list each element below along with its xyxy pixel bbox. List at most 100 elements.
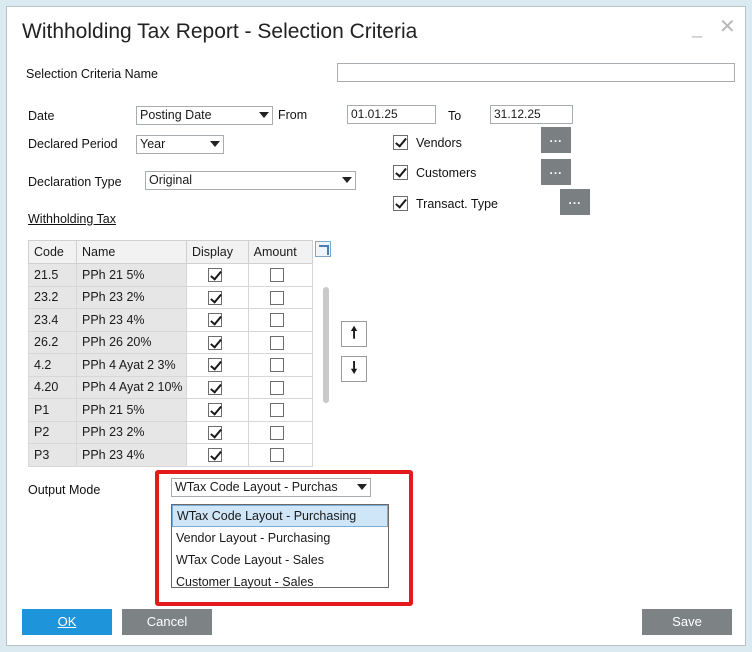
display-checkbox[interactable] — [208, 403, 222, 417]
move-up-button[interactable]: 🠕 — [341, 321, 367, 347]
ok-button[interactable]: OK — [22, 609, 112, 635]
minimize-icon[interactable]: _ — [692, 19, 706, 41]
date-to-input[interactable]: 31.12.25 — [490, 105, 573, 124]
display-checkbox[interactable] — [208, 380, 222, 395]
output-mode-label: Output Mode — [28, 483, 101, 497]
vendors-checkbox[interactable] — [393, 135, 408, 150]
column-header-display[interactable]: Display — [186, 240, 249, 264]
table-row[interactable]: 4.20 PPh 4 Ayat 2 10% — [28, 375, 314, 399]
cell-name: PPh 23 4% — [76, 443, 187, 467]
cell-code: P1 — [28, 398, 77, 422]
output-mode-value: WTax Code Layout - Purchas — [175, 480, 338, 494]
table-row[interactable]: 23.2 PPh 23 2% — [28, 285, 314, 309]
chevron-down-icon — [259, 112, 269, 118]
chevron-down-icon — [210, 141, 220, 147]
close-icon[interactable]: ✕ — [719, 17, 736, 37]
cell-code: 23.4 — [28, 308, 77, 332]
criteria-name-input[interactable] — [337, 63, 735, 82]
table-row[interactable]: 21.5 PPh 21 5% — [28, 263, 314, 287]
amount-checkbox[interactable] — [269, 335, 284, 350]
amount-checkbox[interactable] — [269, 380, 284, 395]
table-row[interactable]: P3 PPh 23 4% — [28, 443, 314, 467]
date-from-input[interactable]: 01.01.25 — [347, 105, 436, 124]
date-type-select[interactable]: Posting Date — [136, 106, 273, 125]
cell-display — [186, 353, 249, 377]
expand-link-icon[interactable] — [315, 241, 331, 257]
cell-display — [186, 443, 249, 467]
declared-period-label: Declared Period — [28, 137, 118, 151]
column-header-amount[interactable]: Amount — [247, 240, 314, 264]
customers-select-button[interactable]: ... — [541, 159, 571, 185]
table-row[interactable]: P2 PPh 23 2% — [28, 420, 314, 444]
amount-checkbox[interactable] — [269, 313, 284, 327]
cell-name: PPh 23 4% — [76, 308, 187, 332]
cell-name: PPh 4 Ayat 2 3% — [76, 353, 187, 377]
transact-type-select-button[interactable]: ... — [560, 189, 590, 215]
cell-name: PPh 4 Ayat 2 10% — [76, 375, 187, 399]
table-scrollbar[interactable] — [323, 287, 329, 403]
cell-amount — [247, 443, 314, 467]
table-row[interactable]: 4.2 PPh 4 Ayat 2 3% — [28, 353, 314, 377]
table-row[interactable]: P1 PPh 21 5% — [28, 398, 314, 422]
output-mode-option[interactable]: WTax Code Layout - Purchasing — [172, 505, 388, 527]
display-checkbox[interactable] — [208, 313, 222, 327]
chevron-down-icon — [342, 177, 352, 183]
display-checkbox[interactable] — [208, 425, 222, 440]
from-label: From — [278, 108, 308, 122]
display-checkbox[interactable] — [208, 448, 222, 462]
display-checkbox[interactable] — [208, 290, 222, 305]
column-header-code[interactable]: Code — [28, 240, 77, 264]
cell-display — [186, 330, 249, 354]
cell-code: 23.2 — [28, 285, 77, 309]
display-checkbox[interactable] — [208, 268, 222, 282]
display-checkbox[interactable] — [208, 335, 222, 350]
table-header-row: Code Name Display Amount — [28, 240, 314, 264]
cancel-button[interactable]: Cancel — [122, 609, 212, 635]
cell-name: PPh 21 5% — [76, 263, 187, 287]
declared-period-select[interactable]: Year — [136, 135, 224, 154]
cell-code: P3 — [28, 443, 77, 467]
to-label: To — [448, 109, 462, 123]
amount-checkbox[interactable] — [269, 268, 284, 282]
cell-display — [186, 263, 249, 287]
transact-type-label: Transact. Type — [416, 197, 498, 211]
amount-checkbox[interactable] — [269, 448, 284, 462]
column-header-name[interactable]: Name — [76, 240, 187, 264]
save-button[interactable]: Save — [642, 609, 732, 635]
withholding-tax-section-label: Withholding Tax — [28, 212, 117, 226]
cell-display — [186, 308, 249, 332]
selection-criteria-window: Withholding Tax Report - Selection Crite… — [6, 6, 746, 646]
amount-checkbox[interactable] — [269, 358, 284, 372]
cell-code: 26.2 — [28, 330, 77, 354]
cell-amount — [247, 420, 314, 444]
cell-name: PPh 26 20% — [76, 330, 187, 354]
output-mode-dropdown-list: WTax Code Layout - Purchasing Vendor Lay… — [171, 504, 389, 589]
declaration-type-select[interactable]: Original — [145, 171, 356, 190]
vendors-select-button[interactable]: ... — [541, 127, 571, 153]
amount-checkbox[interactable] — [269, 290, 284, 305]
cell-name: PPh 21 5% — [76, 398, 187, 422]
cell-name: PPh 23 2% — [76, 420, 187, 444]
declaration-type-value: Original — [149, 173, 193, 187]
cell-amount — [247, 285, 314, 309]
move-down-button[interactable]: 🠗 — [341, 356, 367, 382]
output-mode-option[interactable]: Customer Layout - Sales — [172, 571, 388, 593]
cell-display — [186, 420, 249, 444]
output-mode-select[interactable]: WTax Code Layout - Purchas — [171, 478, 371, 497]
date-type-value: Posting Date — [140, 108, 212, 122]
customers-checkbox[interactable] — [393, 165, 408, 180]
table-row[interactable]: 23.4 PPh 23 4% — [28, 308, 314, 332]
amount-checkbox[interactable] — [269, 425, 284, 440]
cell-amount — [247, 263, 314, 287]
cell-code: P2 — [28, 420, 77, 444]
vendors-label: Vendors — [416, 136, 462, 150]
display-checkbox[interactable] — [208, 358, 222, 372]
cell-name: PPh 23 2% — [76, 285, 187, 309]
transact-type-checkbox[interactable] — [393, 196, 408, 211]
output-mode-option[interactable]: WTax Code Layout - Sales — [172, 549, 388, 571]
withholding-tax-table: Code Name Display Amount 21.5 PPh 21 5% 23… — [28, 240, 314, 467]
table-row[interactable]: 26.2 PPh 26 20% — [28, 330, 314, 354]
output-mode-option[interactable]: Vendor Layout - Purchasing — [172, 527, 388, 549]
amount-checkbox[interactable] — [269, 403, 284, 417]
window-title: Withholding Tax Report - Selection Crite… — [22, 20, 418, 43]
